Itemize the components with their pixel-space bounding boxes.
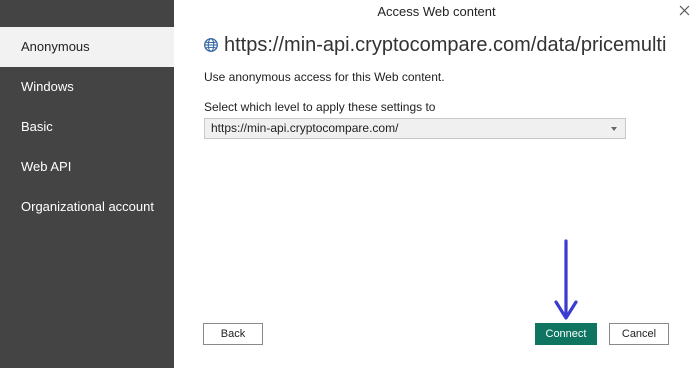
cancel-button[interactable]: Cancel <box>609 323 669 345</box>
close-button[interactable] <box>674 1 696 21</box>
sidebar-item-web-api[interactable]: Web API <box>0 147 174 187</box>
sidebar-item-organizational-account[interactable]: Organizational account <box>0 187 174 227</box>
globe-icon <box>204 38 218 52</box>
auth-method-sidebar: Anonymous Windows Basic Web API Organiza… <box>0 0 174 368</box>
url-text: https://min-api.cryptocompare.com/data/p… <box>224 34 667 56</box>
level-select-value: https://min-api.cryptocompare.com/ <box>211 121 399 135</box>
level-select-label: Select which level to apply these settin… <box>204 100 436 114</box>
sidebar-item-anonymous[interactable]: Anonymous <box>0 27 174 67</box>
sidebar-item-basic[interactable]: Basic <box>0 107 174 147</box>
dialog-title: Access Web content <box>377 4 496 19</box>
chevron-down-icon <box>611 127 617 131</box>
arrow-down-annotation-icon <box>554 239 578 320</box>
connect-button[interactable]: Connect <box>535 323 597 345</box>
back-button[interactable]: Back <box>203 323 263 345</box>
close-icon <box>679 5 690 16</box>
sidebar-item-windows[interactable]: Windows <box>0 67 174 107</box>
level-select[interactable]: https://min-api.cryptocompare.com/ <box>204 118 626 139</box>
access-description: Use anonymous access for this Web conten… <box>204 70 445 84</box>
